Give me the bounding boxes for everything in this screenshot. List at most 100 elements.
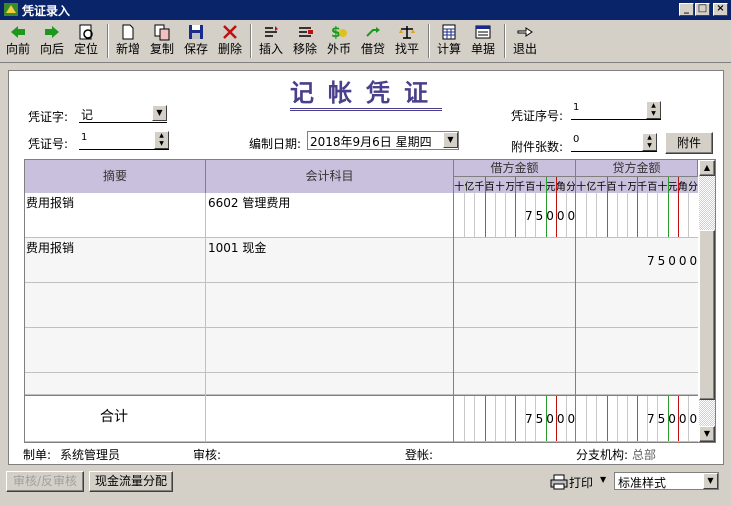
toolbar-separator [250, 24, 252, 58]
scroll-track[interactable] [699, 176, 715, 230]
title-bar: 凭证录入 _ □ × [0, 0, 731, 20]
toolbar-label: 退出 [512, 42, 537, 56]
row-debit-amount: 75000 [525, 209, 579, 223]
total-label: 合计 [100, 409, 128, 425]
delete-icon [223, 25, 237, 39]
window-title: 凭证录入 [22, 4, 71, 18]
toolbar-label: 移除 [292, 42, 317, 56]
voucher-seq-field[interactable]: 1 ▲ ▼ [571, 101, 661, 120]
minimize-button[interactable]: _ [679, 3, 694, 16]
cashflow-button[interactable]: 现金流量分配 [89, 471, 173, 492]
toolbar-new-button[interactable]: 新增 [113, 22, 143, 60]
digit-unit-label: 亿 [586, 182, 597, 193]
digit-unit-label: 百 [647, 182, 658, 193]
digit-unit-label: 千 [474, 182, 485, 193]
voucher-title: 记帐凭证 [290, 79, 442, 111]
scroll-up-icon[interactable]: ▲ [699, 160, 715, 176]
scroll-track[interactable] [699, 400, 715, 426]
voucher-no-field[interactable]: 1 ▲ ▼ [79, 131, 169, 150]
print-label: 打印 [569, 476, 594, 490]
chevron-down-icon[interactable]: ▼ [600, 475, 606, 484]
column-divider [575, 177, 576, 442]
toolbar-prev-button[interactable]: 向前 [3, 22, 33, 60]
spinner-icon[interactable]: ▲ ▼ [154, 131, 169, 149]
chevron-down-icon[interactable]: ▼ [152, 105, 167, 121]
attach-count-label: 附件张数: [511, 140, 564, 154]
digit-unit-label: 十 [494, 182, 505, 193]
maker-label: 制单: [23, 448, 52, 462]
attach-count-field[interactable]: 0 ▲ ▼ [571, 133, 657, 152]
printer-icon [550, 474, 568, 490]
toolbar-label: 删除 [217, 42, 242, 56]
date-picker[interactable]: 2018年9月6日 星期四 ▼ [307, 131, 459, 150]
digit-unit-label: 百 [525, 182, 536, 193]
toolbar-bill-button[interactable]: 单据 [468, 22, 498, 60]
voucher-type-select[interactable]: 记 ▼ [79, 105, 167, 123]
toolbar-insert-button[interactable]: 插入 [256, 22, 286, 60]
scroll-down-icon[interactable]: ▼ [699, 426, 715, 442]
toolbar-exit-button[interactable]: 退出 [510, 22, 540, 60]
voucher-no-label: 凭证号: [28, 137, 69, 151]
date-value: 2018年9月6日 星期四 [310, 135, 432, 149]
col-account-header: 会计科目 [206, 160, 454, 193]
calculator-icon [442, 24, 456, 40]
voucher-grid: 摘要 会计科目 借方金额 贷方金额 十亿千百十万千百十元角分 十亿千百十万千百十… [24, 159, 716, 443]
balance-icon [399, 26, 415, 39]
print-style-select[interactable]: 标准样式 ▼ [614, 472, 719, 490]
scroll-thumb[interactable] [699, 230, 715, 400]
toolbar-label: 新增 [115, 42, 140, 56]
spinner-icon[interactable]: ▲ ▼ [642, 133, 657, 151]
row-account: 6602 管理费用 [208, 196, 291, 210]
table-row[interactable] [25, 373, 698, 395]
table-row[interactable] [25, 283, 698, 328]
table-row[interactable]: 费用报销 6602 管理费用 75000 [25, 193, 698, 238]
maximize-button[interactable]: □ [695, 3, 710, 16]
toolbar-debit-credit-button[interactable]: 借贷 [358, 22, 388, 60]
toolbar-delete-button[interactable]: 删除 [215, 22, 245, 60]
toolbar-calc-button[interactable]: 计算 [434, 22, 464, 60]
attach-count-value: 0 [573, 134, 580, 145]
digit-unit-label: 分 [687, 182, 698, 193]
toolbar-label: 向后 [39, 42, 64, 56]
row-summary: 费用报销 [26, 196, 75, 210]
digit-unit-label: 十 [616, 182, 627, 193]
spinner-icon[interactable]: ▲ ▼ [646, 101, 661, 119]
table-row[interactable] [25, 328, 698, 373]
app-icon [4, 3, 18, 16]
toolbar-copy-button[interactable]: 复制 [147, 22, 177, 60]
digit-unit-label: 十 [657, 182, 668, 193]
digit-unit-label: 千 [596, 182, 607, 193]
toolbar-next-button[interactable]: 向后 [37, 22, 67, 60]
digit-unit-label: 角 [555, 182, 566, 193]
chevron-down-icon[interactable]: ▼ [703, 473, 718, 489]
total-credit-amount: 75000 [647, 412, 701, 426]
toolbar-label: 外币 [326, 42, 351, 56]
toolbar-label: 向前 [5, 42, 30, 56]
chevron-down-icon[interactable]: ▼ [443, 132, 458, 148]
print-style-value: 标准样式 [618, 476, 667, 490]
table-row[interactable]: 费用报销 1001 现金 75000 [25, 238, 698, 283]
toolbar-remove-button[interactable]: 移除 [290, 22, 320, 60]
col-debit-header: 借方金额 [454, 160, 576, 177]
close-button[interactable]: × [713, 3, 728, 16]
toolbar-balance-button[interactable]: 找平 [392, 22, 422, 60]
vertical-scrollbar[interactable]: ▲ ▼ [699, 160, 715, 442]
toolbar-label: 插入 [258, 42, 283, 56]
toolbar-locate-button[interactable]: 定位 [71, 22, 101, 60]
audit-button[interactable]: 审核/反审核 [6, 471, 84, 492]
digit-unit-label: 十 [454, 182, 465, 193]
voucher-seq-value: 1 [573, 102, 580, 113]
digit-unit-label: 万 [504, 182, 515, 193]
attach-button[interactable]: 附件 [665, 132, 713, 154]
branch-label: 分支机构: [576, 448, 629, 462]
voucher-no-value: 1 [81, 132, 88, 143]
toolbar-save-button[interactable]: 保存 [181, 22, 211, 60]
toolbar-currency-button[interactable]: $ 外币 [324, 22, 354, 60]
digit-unit-label: 十 [535, 182, 546, 193]
new-doc-icon [122, 24, 134, 40]
audit-label: 审核: [193, 448, 222, 462]
voucher-type-value: 记 [81, 108, 94, 122]
digit-unit-label: 亿 [464, 182, 475, 193]
digit-unit-label: 千 [637, 182, 648, 193]
total-debit-amount: 75000 [525, 412, 579, 426]
